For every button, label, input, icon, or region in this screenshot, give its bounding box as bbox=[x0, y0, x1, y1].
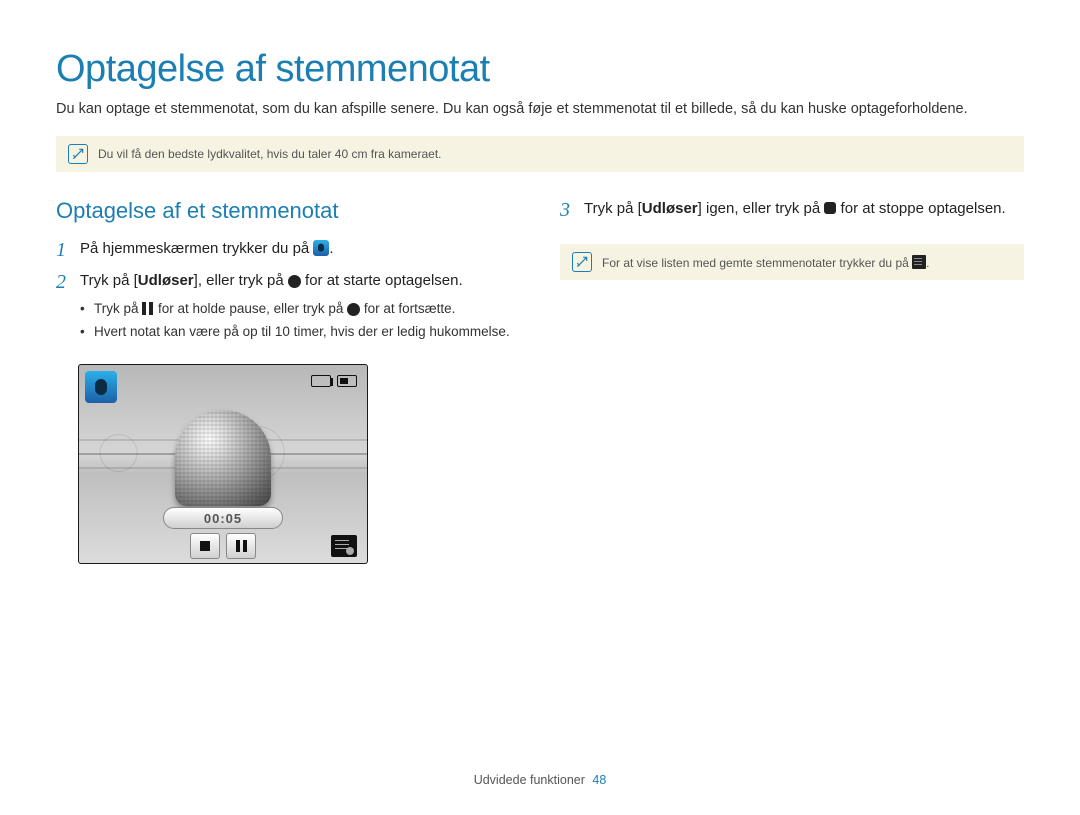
intro-text: Du kan optage et stemmenotat, som du kan… bbox=[56, 99, 1024, 120]
app-icon bbox=[85, 371, 117, 403]
text: ], eller tryk på bbox=[194, 272, 288, 289]
note-icon bbox=[68, 144, 88, 164]
list-icon bbox=[912, 255, 926, 269]
record-icon bbox=[288, 275, 301, 288]
battery-icon bbox=[337, 375, 357, 387]
microphone-graphic bbox=[175, 410, 271, 506]
content-columns: Optagelse af et stemmenotat 1 På hjemmes… bbox=[56, 198, 1024, 564]
bold-text: Udløser bbox=[138, 272, 194, 289]
pause-button bbox=[226, 533, 256, 559]
left-column: Optagelse af et stemmenotat 1 På hjemmes… bbox=[56, 198, 520, 564]
note-box-quality: Du vil få den bedste lydkvalitet, hvis d… bbox=[56, 136, 1024, 172]
footer-page-number: 48 bbox=[592, 773, 606, 787]
note-text: Du vil få den bedste lydkvalitet, hvis d… bbox=[98, 147, 442, 161]
text: for at holde pause, eller tryk på bbox=[154, 301, 347, 316]
status-icons bbox=[311, 375, 357, 387]
text: . bbox=[926, 256, 929, 270]
right-column: 3 Tryk på [Udløser] igen, eller tryk på … bbox=[560, 198, 1024, 564]
bullet-item: Tryk på for at holde pause, eller tryk p… bbox=[80, 299, 520, 319]
text: for at starte optagelsen. bbox=[301, 272, 463, 289]
timer: 00:05 bbox=[163, 507, 283, 529]
step-1: 1 På hjemmeskærmen trykker du på . bbox=[56, 238, 520, 262]
note-icon bbox=[572, 252, 592, 272]
page-footer: Udvidede funktioner 48 bbox=[0, 773, 1080, 787]
section-title: Optagelse af et stemmenotat bbox=[56, 198, 520, 224]
text: for at stoppe optagelsen. bbox=[836, 200, 1005, 217]
text: Tryk på [ bbox=[584, 200, 642, 217]
footer-section: Udvidede funktioner bbox=[474, 773, 585, 787]
pause-icon bbox=[142, 302, 154, 315]
stop-button bbox=[190, 533, 220, 559]
sub-bullets: Tryk på for at holde pause, eller tryk p… bbox=[80, 299, 520, 343]
mic-app-icon bbox=[313, 240, 329, 256]
control-bar bbox=[190, 533, 256, 559]
text: for at fortsætte. bbox=[360, 301, 455, 316]
record-icon bbox=[347, 303, 360, 316]
step-number: 2 bbox=[56, 270, 70, 356]
page-title: Optagelse af stemmenotat bbox=[56, 48, 1024, 91]
bold-text: Udløser bbox=[642, 200, 698, 217]
step-body: På hjemmeskærmen trykker du på . bbox=[80, 238, 520, 262]
step-body: Tryk på [Udløser] igen, eller tryk på fo… bbox=[584, 198, 1024, 222]
step-body: Tryk på [Udløser], eller tryk på for at … bbox=[80, 270, 520, 356]
step-3: 3 Tryk på [Udløser] igen, eller tryk på … bbox=[560, 198, 1024, 222]
text: Tryk på bbox=[94, 301, 142, 316]
text: Tryk på [ bbox=[80, 272, 138, 289]
list-button bbox=[331, 535, 357, 557]
text: På hjemmeskærmen trykker du på bbox=[80, 240, 313, 257]
text: ] igen, eller tryk på bbox=[698, 200, 825, 217]
text: . bbox=[329, 240, 333, 257]
stop-icon bbox=[824, 202, 836, 214]
step-number: 3 bbox=[560, 198, 574, 222]
note-text: For at vise listen med gemte stemmenotat… bbox=[602, 255, 929, 270]
text: For at vise listen med gemte stemmenotat… bbox=[602, 256, 912, 270]
step-2: 2 Tryk på [Udløser], eller tryk på for a… bbox=[56, 270, 520, 356]
device-screenshot: 00:05 bbox=[78, 364, 368, 564]
step-number: 1 bbox=[56, 238, 70, 262]
note-box-list: For at vise listen med gemte stemmenotat… bbox=[560, 244, 1024, 280]
bullet-item: Hvert notat kan være på op til 10 timer,… bbox=[80, 322, 520, 342]
storage-icon bbox=[311, 375, 331, 387]
